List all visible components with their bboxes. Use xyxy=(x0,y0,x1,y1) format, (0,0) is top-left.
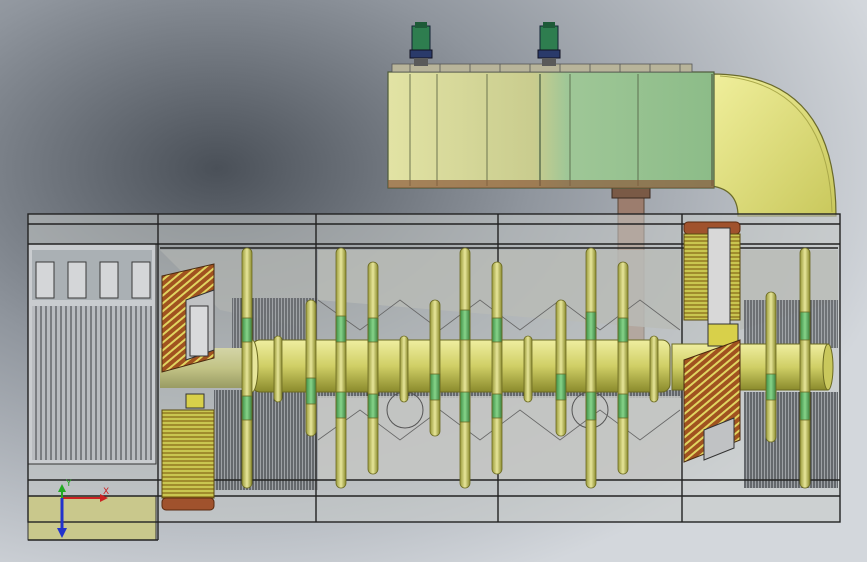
vertical-pipe xyxy=(367,261,379,475)
assembly-drawing[interactable]: X Y xyxy=(0,0,867,562)
left-lower-coil[interactable] xyxy=(161,393,215,511)
short-pipe xyxy=(555,299,567,437)
vertical-pipe xyxy=(491,261,503,475)
y-axis-label: Y xyxy=(65,479,72,489)
vertical-pipe xyxy=(799,247,811,489)
vertical-pipe xyxy=(585,247,597,489)
short-pipe xyxy=(305,299,317,437)
vertical-pipe xyxy=(241,247,253,489)
lower-housing[interactable] xyxy=(27,213,841,541)
short-pipe xyxy=(765,291,777,443)
left-damper[interactable] xyxy=(161,263,215,373)
vertical-pipe xyxy=(617,261,629,475)
vertical-pipe xyxy=(459,247,471,489)
vertical-pipe xyxy=(335,247,347,489)
right-damper[interactable] xyxy=(683,339,741,463)
x-axis-label: X xyxy=(103,487,109,497)
cad-viewport[interactable]: X Y xyxy=(0,0,867,562)
fin-bank-lower xyxy=(214,390,318,490)
support-base-plate xyxy=(611,187,651,199)
short-pipe xyxy=(429,299,441,437)
